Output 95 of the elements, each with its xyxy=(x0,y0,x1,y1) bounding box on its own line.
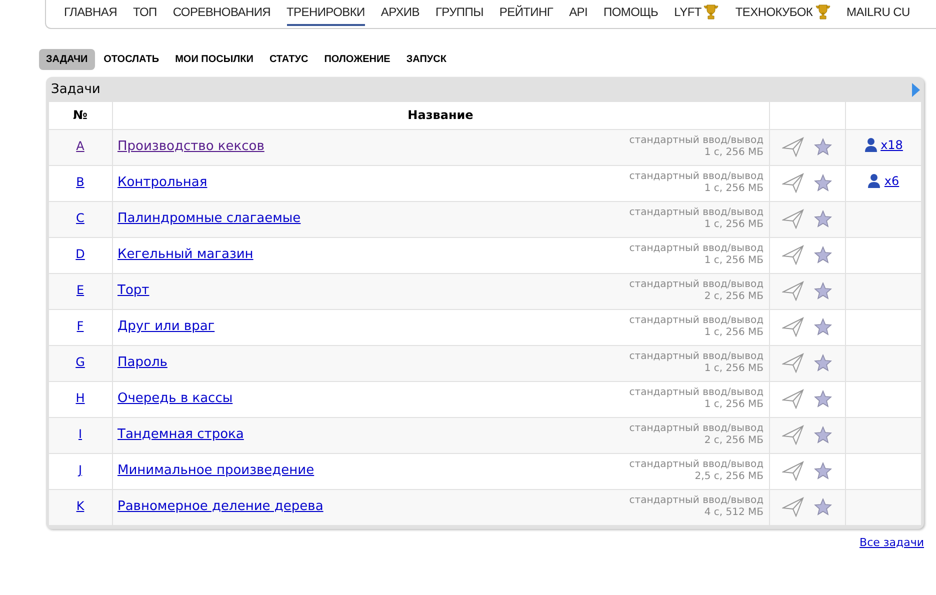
person-icon xyxy=(867,173,882,188)
limits-text: 1 с, 256 МБ xyxy=(704,183,764,195)
star-icon[interactable] xyxy=(814,390,832,408)
sub-tab[interactable]: ЗАДАЧИ xyxy=(39,48,95,70)
io-mode-text: стандартный ввод/вывод xyxy=(629,315,764,327)
paper-plane-icon[interactable] xyxy=(782,317,804,337)
sub-tab[interactable]: МОИ ПОСЫЛКИ xyxy=(168,48,260,70)
problem-name-link[interactable]: Равномерное деление дерева xyxy=(118,497,324,517)
paper-plane-icon[interactable] xyxy=(782,137,804,157)
limits-text: 1 с, 256 МБ xyxy=(704,327,764,339)
problem-index-link[interactable]: G xyxy=(76,355,85,370)
column-header: Название xyxy=(112,102,769,129)
star-icon[interactable] xyxy=(814,354,832,372)
nav-link[interactable]: API xyxy=(569,0,588,26)
problem-index-link[interactable]: J xyxy=(78,463,82,478)
limits-text: 1 с, 256 МБ xyxy=(704,399,764,411)
paper-plane-icon[interactable] xyxy=(782,245,804,265)
paper-plane-icon[interactable] xyxy=(782,281,804,301)
problem-name-link[interactable]: Очередь в кассы xyxy=(118,389,233,409)
sub-tab[interactable]: ЗАПУСК xyxy=(399,48,454,70)
nav-link[interactable]: СОРЕВНОВАНИЯ xyxy=(172,0,271,26)
problem-index-link[interactable]: B xyxy=(76,175,84,190)
limits-text: 2 с, 256 МБ xyxy=(704,291,764,303)
io-mode-text: стандартный ввод/вывод xyxy=(629,171,764,183)
paper-plane-icon[interactable] xyxy=(782,461,804,481)
paper-plane-icon[interactable] xyxy=(782,353,804,373)
paper-plane-icon[interactable] xyxy=(782,425,804,445)
nav-link[interactable]: РЕЙТИНГ xyxy=(499,0,554,26)
io-mode-text: стандартный ввод/вывод xyxy=(629,351,764,363)
star-icon[interactable] xyxy=(814,174,832,192)
nav-link[interactable]: ГЛАВНАЯ xyxy=(64,0,117,26)
io-mode-text: стандартный ввод/вывод xyxy=(629,243,764,255)
io-mode-text: стандартный ввод/вывод xyxy=(629,459,764,471)
problem-name-link[interactable]: Минимальное произведение xyxy=(118,461,314,481)
solved-count-link[interactable]: x6 xyxy=(867,172,900,190)
star-icon[interactable] xyxy=(814,498,832,516)
solved-count-link[interactable]: x18 xyxy=(864,136,903,154)
nav-link[interactable]: АРХИВ xyxy=(380,0,420,26)
star-icon[interactable] xyxy=(814,426,832,444)
limits-text: 4 с, 512 МБ xyxy=(704,507,764,519)
star-icon[interactable] xyxy=(814,138,832,156)
nav-link[interactable]: ПОМОЩЬ xyxy=(604,0,658,26)
problem-index-link[interactable]: C xyxy=(76,211,84,226)
limits-text: 1 с, 256 МБ xyxy=(704,363,764,375)
paper-plane-icon[interactable] xyxy=(782,389,804,409)
problem-name-link[interactable]: Пароль xyxy=(118,353,168,373)
problem-name-link[interactable]: Кегельный магазин xyxy=(118,245,254,265)
play-icon[interactable] xyxy=(912,82,920,96)
nav-link[interactable]: ГРУППЫ xyxy=(435,0,484,26)
panel-title: Задачи xyxy=(51,80,100,99)
problem-name-link[interactable]: Торт xyxy=(118,281,150,301)
problem-name-link[interactable]: Тандемная строка xyxy=(118,425,244,445)
nav-link[interactable]: MAILRU CU xyxy=(846,0,910,26)
trophy-icon xyxy=(703,4,720,20)
limits-text: 1 с, 256 МБ xyxy=(704,147,764,159)
limits-text: 1 с, 256 МБ xyxy=(704,255,764,267)
problem-name-link[interactable]: Палиндромные слагаемые xyxy=(118,209,301,229)
nav-link[interactable]: ТРЕНИРОВКИ xyxy=(286,0,365,26)
limits-text: 2 с, 256 МБ xyxy=(704,435,764,447)
problem-name-link[interactable]: Производство кексов xyxy=(118,137,264,157)
sub-tab[interactable]: ПОЛОЖЕНИЕ xyxy=(317,48,398,70)
problem-index-link[interactable]: I xyxy=(78,427,82,442)
column-header: № xyxy=(49,102,112,129)
nav-link[interactable]: ТЕХНОКУБОК xyxy=(735,0,831,26)
io-mode-text: стандартный ввод/вывод xyxy=(629,135,764,147)
problem-index-link[interactable]: F xyxy=(76,319,84,334)
person-icon xyxy=(864,137,878,152)
limits-text: 2,5 с, 256 МБ xyxy=(694,471,764,483)
sub-tab[interactable]: СТАТУС xyxy=(262,48,316,70)
problem-index-link[interactable]: E xyxy=(76,283,84,298)
paper-plane-icon[interactable] xyxy=(782,209,804,229)
nav-link[interactable]: LYFT xyxy=(674,0,720,26)
io-mode-text: стандартный ввод/вывод xyxy=(629,207,764,219)
trophy-icon xyxy=(814,4,831,20)
star-icon[interactable] xyxy=(814,282,832,300)
problem-name-link[interactable]: Контрольная xyxy=(118,173,208,193)
star-icon[interactable] xyxy=(814,210,832,228)
all-problems-link[interactable]: Все задачи xyxy=(860,534,924,551)
io-mode-text: стандартный ввод/вывод xyxy=(629,387,764,399)
paper-plane-icon[interactable] xyxy=(782,173,804,193)
problem-index-link[interactable]: K xyxy=(76,499,84,514)
nav-link[interactable]: ТОП xyxy=(132,0,157,26)
problem-index-link[interactable]: D xyxy=(76,247,85,262)
problem-name-link[interactable]: Друг или враг xyxy=(118,317,215,337)
star-icon[interactable] xyxy=(814,318,832,336)
io-mode-text: стандартный ввод/вывод xyxy=(629,495,764,507)
io-mode-text: стандартный ввод/вывод xyxy=(629,423,764,435)
star-icon[interactable] xyxy=(814,462,832,480)
io-mode-text: стандартный ввод/вывод xyxy=(629,279,764,291)
sub-tab[interactable]: ОТОСЛАТЬ xyxy=(96,48,166,70)
problem-index-link[interactable]: A xyxy=(76,139,84,154)
limits-text: 1 с, 256 МБ xyxy=(704,219,764,231)
star-icon[interactable] xyxy=(814,246,832,264)
problem-index-link[interactable]: H xyxy=(76,391,85,406)
paper-plane-icon[interactable] xyxy=(782,497,804,517)
